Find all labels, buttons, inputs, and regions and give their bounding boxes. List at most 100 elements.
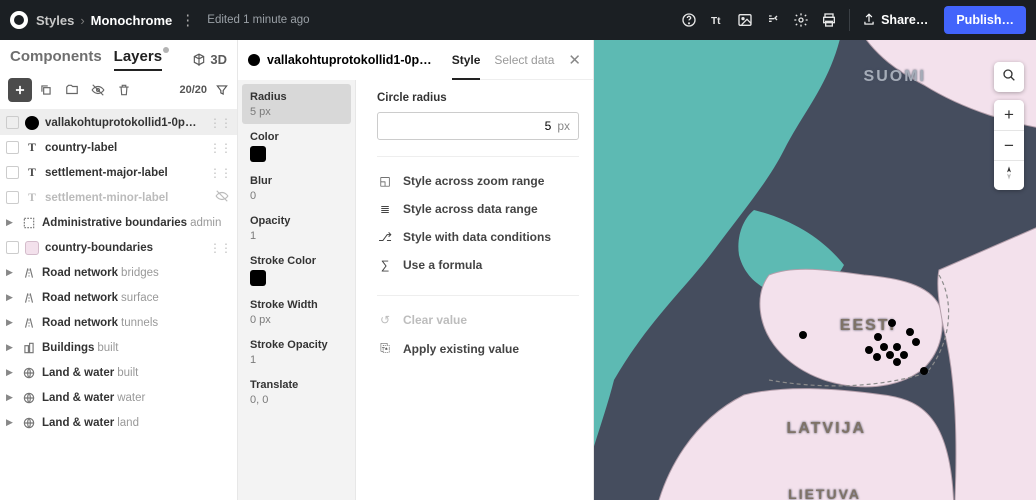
radius-input[interactable] <box>386 119 551 133</box>
radius-input-wrap[interactable]: px <box>377 112 579 140</box>
svg-text:Tt: Tt <box>711 16 721 27</box>
road-icon <box>22 291 36 305</box>
search-icon[interactable] <box>994 62 1024 92</box>
compass-button[interactable] <box>994 160 1024 190</box>
prop-color[interactable]: Color <box>242 124 351 168</box>
print-icon[interactable] <box>815 6 843 34</box>
layer-group[interactable]: ▶ Road networktunnels <box>0 310 237 335</box>
layer-group[interactable]: ▶ Buildingsbuilt <box>0 335 237 360</box>
layer-item[interactable]: vallakohtuprotokollid1-0pn7bs ⋮⋮ <box>0 110 237 135</box>
layer-group[interactable]: ▶ Administrative boundariesadmin <box>0 210 237 235</box>
duplicate-button[interactable] <box>34 78 58 102</box>
group-button[interactable] <box>60 78 84 102</box>
prop-stroke-opacity[interactable]: Stroke Opacity 1 <box>242 332 351 372</box>
zoom-out-button[interactable]: − <box>994 130 1024 160</box>
tab-select-data[interactable]: Select data <box>494 53 554 67</box>
drag-handle-icon[interactable]: ⋮⋮ <box>209 241 231 255</box>
tab-components[interactable]: Components <box>10 48 102 71</box>
action-data-cond[interactable]: ⎇Style with data conditions <box>377 223 579 251</box>
action-formula[interactable]: ∑Use a formula <box>377 251 579 279</box>
layer-item[interactable]: T settlement-major-label ⋮⋮ <box>0 160 237 185</box>
edited-label: Edited 1 minute ago <box>207 14 309 26</box>
action-apply-existing[interactable]: ⎘Apply existing value <box>377 334 579 363</box>
apply-icon: ⎘ <box>377 341 393 356</box>
map-search[interactable] <box>994 62 1024 92</box>
caret-icon[interactable]: ▶ <box>6 342 16 353</box>
app-logo[interactable] <box>10 11 28 29</box>
layer-group[interactable]: ▶ Road networksurface <box>0 285 237 310</box>
layer-checkbox[interactable] <box>6 241 19 254</box>
layer-item[interactable]: country-boundaries ⋮⋮ <box>0 235 237 260</box>
globe-icon <box>22 366 36 380</box>
image-icon[interactable] <box>731 6 759 34</box>
data-point <box>799 331 807 339</box>
formula-icon: ∑ <box>377 258 393 272</box>
drag-handle-icon[interactable]: ⋮⋮ <box>209 166 231 180</box>
tab-style[interactable]: Style <box>452 53 481 80</box>
unit-label: px <box>557 119 570 133</box>
caret-icon[interactable]: ▶ <box>6 267 16 278</box>
history-icon[interactable] <box>759 6 787 34</box>
caret-icon[interactable]: ▶ <box>6 417 16 428</box>
data-point <box>865 346 873 354</box>
action-clear[interactable]: ↺Clear value <box>377 306 579 334</box>
drag-handle-icon[interactable]: ⋮⋮ <box>209 116 231 130</box>
help-icon[interactable] <box>675 6 703 34</box>
layer-checkbox[interactable] <box>6 116 19 129</box>
action-data-range[interactable]: ≣Style across data range <box>377 195 579 223</box>
layer-group[interactable]: ▶ Land & waterbuilt <box>0 360 237 385</box>
layer-checkbox[interactable] <box>6 141 19 154</box>
prop-radius[interactable]: Radius 5 px <box>242 84 351 124</box>
delete-button[interactable] <box>112 78 136 102</box>
layer-checkbox[interactable] <box>6 191 19 204</box>
layer-type-icon <box>248 54 260 66</box>
layer-count: 20/20 <box>179 84 207 96</box>
add-layer-button[interactable] <box>8 78 32 102</box>
caret-icon[interactable]: ▶ <box>6 367 16 378</box>
breadcrumb-root[interactable]: Styles <box>36 13 74 28</box>
caret-icon[interactable]: ▶ <box>6 392 16 403</box>
layer-item[interactable]: T settlement-minor-label <box>0 185 237 210</box>
data-point <box>880 343 888 351</box>
action-zoom-range[interactable]: ◱Style across zoom range <box>377 167 579 195</box>
prop-translate[interactable]: Translate 0, 0 <box>242 372 351 412</box>
inspector-panel: vallakohtuprotokollid1-0p… Style Select … <box>238 40 594 500</box>
typography-icon[interactable]: Tt <box>703 6 731 34</box>
prop-blur[interactable]: Blur 0 <box>242 168 351 208</box>
caret-icon[interactable]: ▶ <box>6 317 16 328</box>
map-canvas[interactable]: SUOMI EESTI LATVIJA LIETUVA + − <box>594 40 1036 500</box>
settings-icon[interactable] <box>787 6 815 34</box>
property-editor: Circle radius px ◱Style across zoom rang… <box>363 80 593 500</box>
layer-swatch <box>25 116 39 130</box>
prop-opacity[interactable]: Opacity 1 <box>242 208 351 248</box>
filter-icon[interactable] <box>215 83 229 97</box>
top-bar: Styles › Monochrome ⋮ Edited 1 minute ag… <box>0 0 1036 40</box>
close-icon[interactable]: ✕ <box>568 51 581 69</box>
layer-toolbar: 20/20 <box>0 71 237 110</box>
data-point <box>912 338 920 346</box>
drag-handle-icon[interactable]: ⋮⋮ <box>209 141 231 155</box>
publish-button[interactable]: Publish… <box>944 6 1026 34</box>
share-button[interactable]: Share… <box>856 13 934 27</box>
visibility-button[interactable] <box>86 78 110 102</box>
layer-group[interactable]: ▶ Land & waterland <box>0 410 237 435</box>
caret-icon[interactable]: ▶ <box>6 292 16 303</box>
layer-checkbox[interactable] <box>6 166 19 179</box>
breadcrumb-current[interactable]: Monochrome <box>91 13 173 28</box>
hidden-icon[interactable] <box>215 189 229 206</box>
prop-stroke-color[interactable]: Stroke Color <box>242 248 351 292</box>
left-panel-tabs: Components Layers 3D <box>0 40 237 71</box>
layer-item[interactable]: T country-label ⋮⋮ <box>0 135 237 160</box>
layer-group[interactable]: ▶ Land & waterwater <box>0 385 237 410</box>
tab-layers[interactable]: Layers <box>114 48 162 71</box>
text-layer-icon: T <box>25 192 39 204</box>
cube-icon <box>192 53 206 67</box>
caret-icon[interactable]: ▶ <box>6 217 16 228</box>
layer-group[interactable]: ▶ Road networkbridges <box>0 260 237 285</box>
style-menu-icon[interactable]: ⋮ <box>180 11 195 29</box>
zoom-in-button[interactable]: + <box>994 100 1024 130</box>
color-swatch <box>250 146 266 162</box>
field-label: Circle radius <box>377 92 579 104</box>
tab-3d[interactable]: 3D <box>192 52 227 67</box>
prop-stroke-width[interactable]: Stroke Width 0 px <box>242 292 351 332</box>
